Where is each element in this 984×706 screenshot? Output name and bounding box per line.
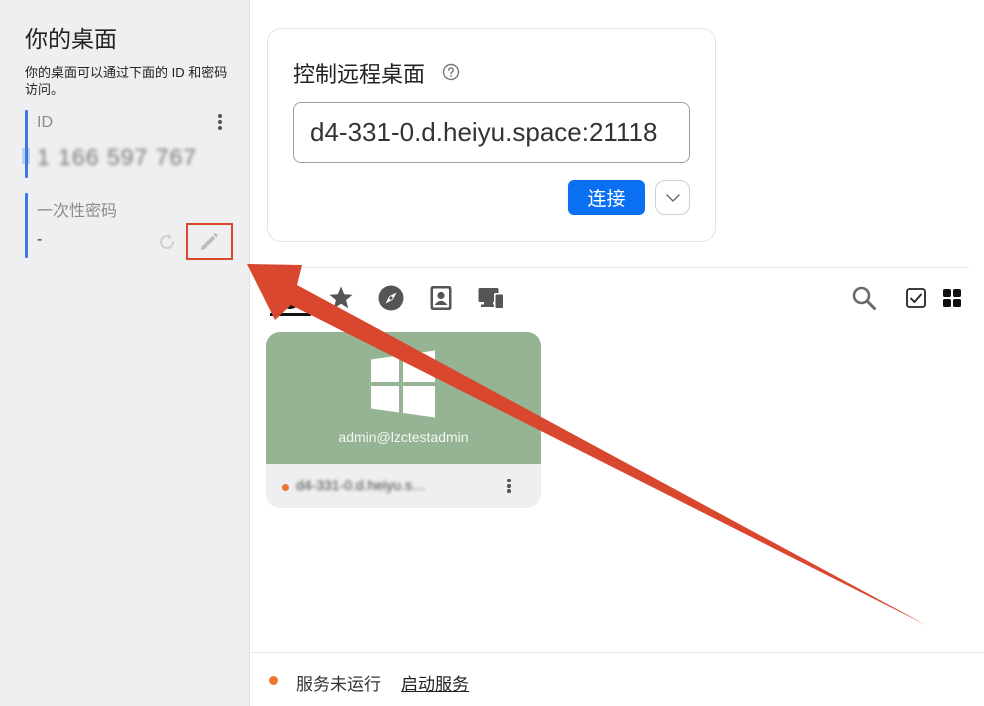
remote-address-input[interactable] <box>293 102 690 163</box>
connect-options-button[interactable] <box>655 180 690 215</box>
peer-card-header[interactable]: admin@lzctestadmin <box>266 332 541 464</box>
compass-icon <box>378 285 404 311</box>
connect-title: 控制远程桌面 <box>293 62 426 87</box>
address-book-icon <box>430 286 452 310</box>
id-field: ID 1 166 597 767 <box>25 110 237 178</box>
id-label: ID <box>37 114 53 131</box>
service-status-text: 服务未运行 <box>296 675 381 694</box>
peer-more-icon[interactable] <box>504 477 514 497</box>
password-value[interactable]: - <box>37 231 43 249</box>
sidebar-title: 你的桌面 <box>25 26 117 52</box>
peer-card[interactable]: admin@lzctestadmin d4-331-0.d.heiyu.s… <box>266 332 541 508</box>
password-label: 一次性密码 <box>37 203 118 220</box>
active-tab-indicator <box>270 313 311 316</box>
field-accent-bar <box>25 110 28 178</box>
peer-username: admin@lzctestadmin <box>338 429 469 445</box>
id-value[interactable]: 1 166 597 767 <box>37 144 197 171</box>
recent-icon <box>279 287 301 309</box>
tab-lan-devices[interactable] <box>477 284 507 314</box>
start-service-link[interactable]: 启动服务 <box>401 670 469 695</box>
refresh-icon[interactable] <box>156 231 178 253</box>
id-more-icon[interactable] <box>215 112 225 132</box>
peer-name: d4-331-0.d.heiyu.s… <box>296 477 426 493</box>
lan-devices-icon <box>478 288 504 309</box>
edit-password-button[interactable] <box>186 223 233 260</box>
peer-status-dot <box>282 484 289 491</box>
tab-favorites[interactable] <box>327 284 357 314</box>
chevron-down-icon <box>666 194 680 202</box>
multi-select-icon[interactable] <box>905 287 927 309</box>
search-icon[interactable] <box>851 285 877 311</box>
tab-recent[interactable] <box>276 284 306 314</box>
grid-view-icon[interactable] <box>942 288 962 308</box>
connect-card: 控制远程桌面 连接 <box>267 28 716 242</box>
status-divider <box>251 652 984 653</box>
sidebar: 你的桌面 你的桌面可以通过下面的 ID 和密码访问。 ID 1 166 597 … <box>0 0 250 706</box>
windows-icon <box>371 350 435 418</box>
tab-address-book[interactable] <box>427 284 457 314</box>
service-status-dot <box>269 676 278 685</box>
connect-button[interactable]: 连接 <box>568 180 645 215</box>
tab-discovered[interactable] <box>377 284 407 314</box>
sidebar-description: 你的桌面可以通过下面的 ID 和密码访问。 <box>25 65 228 97</box>
help-icon[interactable] <box>442 63 460 81</box>
field-accent-bar <box>25 193 28 258</box>
pencil-icon <box>201 233 218 250</box>
password-field: 一次性密码 - <box>25 193 237 260</box>
section-divider <box>251 267 969 268</box>
star-icon <box>329 286 353 309</box>
